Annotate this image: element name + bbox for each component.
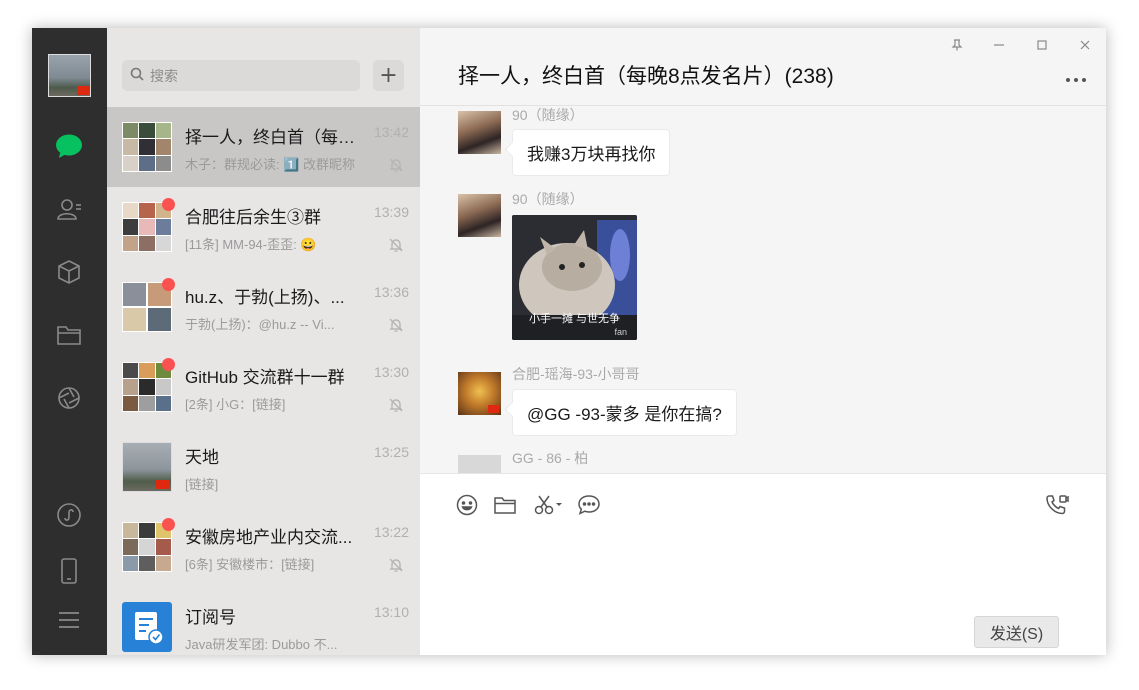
chat-item[interactable]: hu.z、于勃(上扬)、... 13:36 于勃(上扬)：@hu.z -- Vi…	[107, 267, 420, 347]
chat-preview: 木子：群规必读: 1️⃣ 改群昵称	[185, 157, 356, 172]
sender-name: 合肥-瑶海-93-小哥哥	[512, 366, 640, 382]
chat-icon[interactable]	[54, 131, 84, 161]
image-caption: 小手一摊 与世无争	[528, 313, 621, 325]
more-icon[interactable]	[1066, 72, 1096, 88]
close-icon[interactable]	[1078, 38, 1092, 52]
chat-item[interactable]: 天地 13:25 [链接]	[107, 427, 420, 507]
chat-preview: [链接]	[185, 477, 219, 492]
wechat-window: + 择一人，终白首（每晚8点发名片） 13:42 木子：群规必读: 1️⃣ 改群…	[32, 28, 1106, 655]
sender-name: 90（随缘）	[512, 191, 584, 207]
chat-name: 订阅号	[185, 608, 236, 627]
mute-icon	[388, 317, 404, 333]
sender-name: GG - 86 - 柏	[512, 450, 589, 466]
chat-name: hu.z、于勃(上扬)、...	[185, 288, 345, 307]
contacts-icon[interactable]	[54, 194, 84, 224]
chat-preview: [6条] 安徽楼市：[链接]	[185, 557, 315, 572]
menu-icon[interactable]	[54, 605, 84, 635]
file-icon[interactable]	[492, 492, 518, 518]
chat-preview: [11条] MM-94-歪歪: 😀	[185, 237, 317, 252]
chat-time: 13:25	[373, 444, 409, 460]
mute-icon	[388, 557, 404, 573]
message-list[interactable]: 90（随缘） 我赚3万块再找你 90（随缘） 小手一摊 与世无争 fan 合肥-…	[420, 107, 1106, 473]
chat-preview: Java研发军团: Dubbo 不...	[185, 637, 338, 652]
composer: 发送(S)	[420, 473, 1106, 655]
mini-program-icon[interactable]	[54, 500, 84, 530]
search-icon	[130, 66, 144, 85]
chat-time: 13:10	[373, 604, 409, 620]
unread-dot	[162, 198, 175, 211]
chat-time: 13:36	[373, 284, 409, 300]
phone-icon[interactable]	[54, 556, 84, 586]
chat-item[interactable]: 安徽房地产业内交流... 13:22 [6条] 安徽楼市：[链接]	[107, 507, 420, 587]
conversation-title: 择一人，终白首（每晚8点发名片）(238)	[458, 65, 834, 88]
contact-avatar	[122, 442, 172, 492]
pin-icon[interactable]	[950, 38, 964, 52]
add-chat-button[interactable]: +	[373, 60, 404, 91]
sender-avatar[interactable]	[458, 372, 501, 415]
favorites-icon[interactable]	[54, 257, 84, 287]
conversation-panel: 择一人，终白首（每晚8点发名片）(238) 90（随缘） 我赚3万块再找你 90…	[420, 28, 1106, 655]
send-button[interactable]: 发送(S)	[974, 616, 1059, 648]
image-message[interactable]: 小手一摊 与世无争 fan	[512, 215, 637, 340]
chat-item[interactable]: 订阅号 13:10 Java研发军团: Dubbo 不...	[107, 587, 420, 655]
chat-item[interactable]: 合肥往后余生③群 13:39 [11条] MM-94-歪歪: 😀	[107, 187, 420, 267]
chat-item[interactable]: GitHub 交流群十一群 13:30 [2条] 小G：[链接]	[107, 347, 420, 427]
message-bubble[interactable]: @GG -93-蒙多 是你在搞?	[512, 389, 737, 436]
chat-item[interactable]: 择一人，终白首（每晚8点发名片） 13:42 木子：群规必读: 1️⃣ 改群昵称	[107, 107, 420, 187]
sender-avatar[interactable]	[458, 194, 501, 237]
conversation-header: 择一人，终白首（每晚8点发名片）(238)	[420, 28, 1106, 106]
my-avatar[interactable]	[48, 54, 91, 97]
sender-avatar[interactable]	[458, 111, 501, 154]
chat-preview: 于勃(上扬)：@hu.z -- Vi...	[185, 317, 335, 332]
message-input[interactable]	[450, 530, 1070, 606]
folder-icon[interactable]	[54, 320, 84, 350]
mute-icon	[388, 157, 404, 173]
chat-name: 安徽房地产业内交流...	[185, 528, 353, 547]
message-bubble[interactable]: 我赚3万块再找你	[512, 129, 671, 176]
chat-time: 13:42	[373, 124, 409, 140]
chat-list-panel: + 择一人，终白首（每晚8点发名片） 13:42 木子：群规必读: 1️⃣ 改群…	[107, 28, 420, 655]
chat-preview: [2条] 小G：[链接]	[185, 397, 286, 412]
maximize-icon[interactable]	[1035, 38, 1049, 52]
chat-name: 择一人，终白首（每晚8点发名片）	[185, 128, 365, 147]
mute-icon	[388, 237, 404, 253]
unread-dot	[162, 358, 175, 371]
minimize-icon[interactable]	[992, 38, 1006, 52]
unread-dot	[162, 278, 175, 291]
chat-history-icon[interactable]	[576, 492, 602, 518]
subscription-avatar	[122, 602, 172, 652]
chat-name: GitHub 交流群十一群	[185, 368, 345, 387]
group-avatar	[122, 122, 172, 172]
sender-avatar[interactable]	[458, 455, 501, 473]
chat-name: 合肥往后余生③群	[185, 208, 321, 227]
chat-time: 13:39	[373, 204, 409, 220]
call-icon[interactable]	[1044, 492, 1070, 518]
image-watermark: fan	[614, 327, 627, 337]
search-box[interactable]	[122, 60, 360, 91]
chat-time: 13:30	[373, 364, 409, 380]
moments-icon[interactable]	[54, 383, 84, 413]
chat-name: 天地	[185, 448, 219, 467]
mute-icon	[388, 397, 404, 413]
nav-rail	[32, 28, 107, 655]
chat-time: 13:22	[373, 524, 409, 540]
screenshot-icon[interactable]	[532, 492, 566, 518]
emoji-icon[interactable]	[454, 492, 480, 518]
unread-dot	[162, 518, 175, 531]
sender-name: 90（随缘）	[512, 107, 584, 123]
search-input[interactable]	[150, 67, 340, 84]
